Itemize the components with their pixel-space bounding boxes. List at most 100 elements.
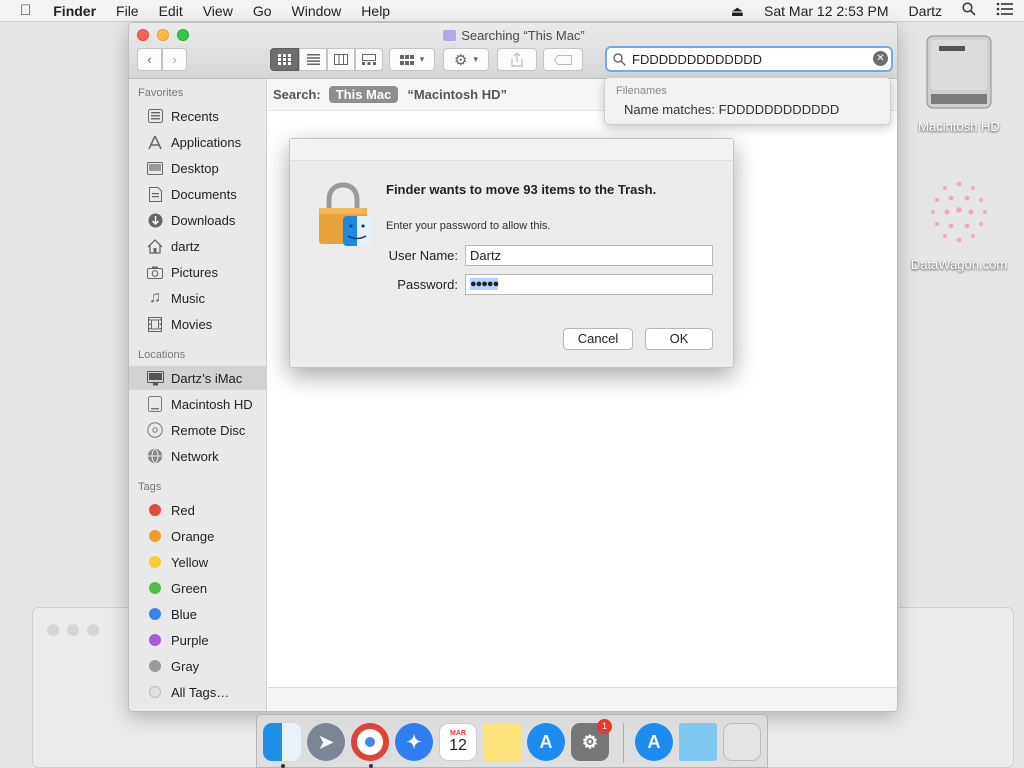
search-field[interactable]: FDDDDDDDDDDDDD ✕ bbox=[605, 46, 893, 72]
group-by-button[interactable]: ▾ bbox=[389, 48, 435, 71]
sidebar-tag-purple[interactable]: Purple bbox=[129, 628, 266, 652]
desktop-icon-macintosh-hd[interactable]: Macintosh HD bbox=[904, 32, 1014, 134]
dock-launchpad-icon[interactable]: ➤ bbox=[307, 723, 345, 761]
notification-center-icon[interactable] bbox=[986, 0, 1024, 22]
apple-menu-icon[interactable]:  bbox=[0, 0, 43, 22]
sidebar-item-label: All Tags… bbox=[171, 684, 230, 700]
sidebar-item-label: Desktop bbox=[171, 160, 219, 176]
clear-search-icon[interactable]: ✕ bbox=[873, 51, 888, 66]
sidebar-section-locations: Locations bbox=[138, 349, 186, 361]
eject-icon[interactable]: ⏏ bbox=[721, 0, 754, 22]
sidebar-item-all-tags[interactable]: All Tags… bbox=[129, 680, 266, 704]
scope-this-mac[interactable]: This Mac bbox=[328, 86, 399, 103]
sidebar-tag-orange[interactable]: Orange bbox=[129, 524, 266, 548]
suggestions-header: Filenames bbox=[616, 85, 667, 97]
view-list-button[interactable] bbox=[299, 48, 327, 71]
sidebar-tag-yellow[interactable]: Yellow bbox=[129, 550, 266, 574]
username-field[interactable]: Dartz bbox=[465, 245, 713, 266]
share-button[interactable] bbox=[497, 48, 537, 71]
sidebar-item-remote-disc[interactable]: Remote Disc bbox=[129, 418, 266, 442]
cancel-button[interactable]: Cancel bbox=[563, 328, 633, 350]
menu-view[interactable]: View bbox=[193, 0, 243, 22]
ok-button[interactable]: OK bbox=[645, 328, 713, 350]
sidebar-item-macintosh-hd[interactable]: Macintosh HD bbox=[129, 392, 266, 416]
sidebar-section-favorites: Favorites bbox=[138, 87, 184, 99]
sidebar-item-downloads[interactable]: Downloads bbox=[129, 208, 266, 232]
suggestion-name-matches[interactable]: Name matches: FDDDDDDDDDDDD bbox=[624, 102, 839, 117]
sidebar-item-music[interactable]: ♫ Music bbox=[129, 286, 266, 310]
disk-icon bbox=[146, 396, 164, 412]
sidebar-item-applications[interactable]: Applications bbox=[129, 130, 266, 154]
sidebar-item-dartz-imac[interactable]: Dartz’s iMac bbox=[129, 366, 266, 390]
dock-app-store-icon[interactable]: A bbox=[527, 723, 565, 761]
sidebar-tag-gray[interactable]: Gray bbox=[129, 654, 266, 678]
home-icon bbox=[146, 238, 164, 254]
action-button[interactable]: ⚙ ▾ bbox=[443, 48, 489, 71]
chevron-down-icon: ▾ bbox=[473, 54, 478, 64]
minimize-button[interactable] bbox=[67, 624, 79, 636]
sidebar-section-tags: Tags bbox=[138, 481, 162, 493]
sidebar-tag-blue[interactable]: Blue bbox=[129, 602, 266, 626]
dock-separator bbox=[623, 723, 624, 763]
dialog-titlebar bbox=[290, 139, 733, 161]
back-button[interactable]: ‹ bbox=[137, 48, 162, 71]
view-columns-button[interactable] bbox=[327, 48, 355, 71]
search-icon bbox=[613, 52, 626, 66]
edit-tags-button[interactable] bbox=[543, 48, 583, 71]
password-field[interactable]: ●●●●● bbox=[465, 274, 713, 295]
menu-edit[interactable]: Edit bbox=[149, 0, 193, 22]
desktop-icon-datawagon[interactable]: DataWagon.com bbox=[904, 174, 1014, 272]
sidebar-item-recents[interactable]: Recents bbox=[129, 104, 266, 128]
desktop-icon-label: DataWagon.com bbox=[910, 257, 1008, 272]
dock-trash-icon[interactable] bbox=[723, 723, 761, 761]
sidebar-item-pictures[interactable]: Pictures bbox=[129, 260, 266, 284]
forward-button[interactable]: › bbox=[162, 48, 187, 71]
search-input[interactable]: FDDDDDDDDDDDDD bbox=[632, 52, 762, 67]
gear-icon: ⚙ bbox=[454, 51, 468, 69]
sidebar-item-label: Red bbox=[171, 502, 195, 518]
sidebar-tag-red[interactable]: Red bbox=[129, 498, 266, 522]
sidebar-item-label: Gray bbox=[171, 658, 200, 674]
dock-notes-icon[interactable] bbox=[483, 723, 521, 761]
applications-icon bbox=[146, 134, 164, 150]
dock-calendar-icon[interactable]: MAR 12 bbox=[439, 723, 477, 761]
dock-chrome-icon[interactable] bbox=[351, 723, 389, 761]
dock-downloads-icon[interactable] bbox=[679, 723, 717, 761]
menu-window[interactable]: Window bbox=[282, 0, 352, 22]
sidebar-item-label: Network bbox=[171, 448, 219, 464]
clock[interactable]: Sat Mar 12 2:53 PM bbox=[754, 0, 899, 22]
disc-icon bbox=[146, 422, 164, 438]
recents-icon bbox=[146, 108, 164, 124]
menu-help[interactable]: Help bbox=[351, 0, 400, 22]
sidebar-item-label: Blue bbox=[171, 606, 198, 622]
zoom-button[interactable] bbox=[87, 624, 99, 636]
auth-dialog: Finder wants to move 93 items to the Tra… bbox=[289, 138, 734, 368]
sidebar-item-movies[interactable]: Movies bbox=[129, 312, 266, 336]
sidebar-item-label: Green bbox=[171, 580, 208, 596]
scope-macintosh-hd[interactable]: “Macintosh HD” bbox=[407, 87, 507, 102]
view-icons-button[interactable] bbox=[270, 48, 299, 71]
dock-app-store-folder-icon[interactable]: A bbox=[635, 723, 673, 761]
sidebar: Favorites Recents Applications Desktop D… bbox=[129, 79, 267, 711]
sidebar-item-network[interactable]: Network bbox=[129, 444, 266, 468]
menu-file[interactable]: File bbox=[106, 0, 149, 22]
sidebar-item-documents[interactable]: Documents bbox=[129, 182, 266, 206]
view-gallery-button[interactable] bbox=[355, 48, 383, 71]
desktop-icon-label: Macintosh HD bbox=[918, 119, 1000, 134]
close-button[interactable] bbox=[47, 624, 59, 636]
menu-go[interactable]: Go bbox=[243, 0, 282, 22]
sidebar-item-label: Remote Disc bbox=[171, 422, 246, 438]
spotlight-icon[interactable] bbox=[952, 0, 986, 22]
sidebar-item-dartz[interactable]: dartz bbox=[129, 234, 266, 258]
menu-app-finder[interactable]: Finder bbox=[43, 0, 106, 22]
sidebar-item-label: Music bbox=[171, 290, 205, 306]
dock-finder-icon[interactable] bbox=[263, 723, 301, 761]
dock-safari-icon[interactable]: ✦ bbox=[395, 723, 433, 761]
user-menu[interactable]: Dartz bbox=[899, 0, 952, 22]
menu-bar:  Finder File Edit View Go Window Help ⏏… bbox=[0, 0, 1024, 22]
tag-dot-icon bbox=[149, 634, 161, 646]
running-indicator bbox=[281, 764, 285, 768]
sidebar-item-desktop[interactable]: Desktop bbox=[129, 156, 266, 180]
tag-dot-icon bbox=[149, 660, 161, 672]
sidebar-tag-green[interactable]: Green bbox=[129, 576, 266, 600]
